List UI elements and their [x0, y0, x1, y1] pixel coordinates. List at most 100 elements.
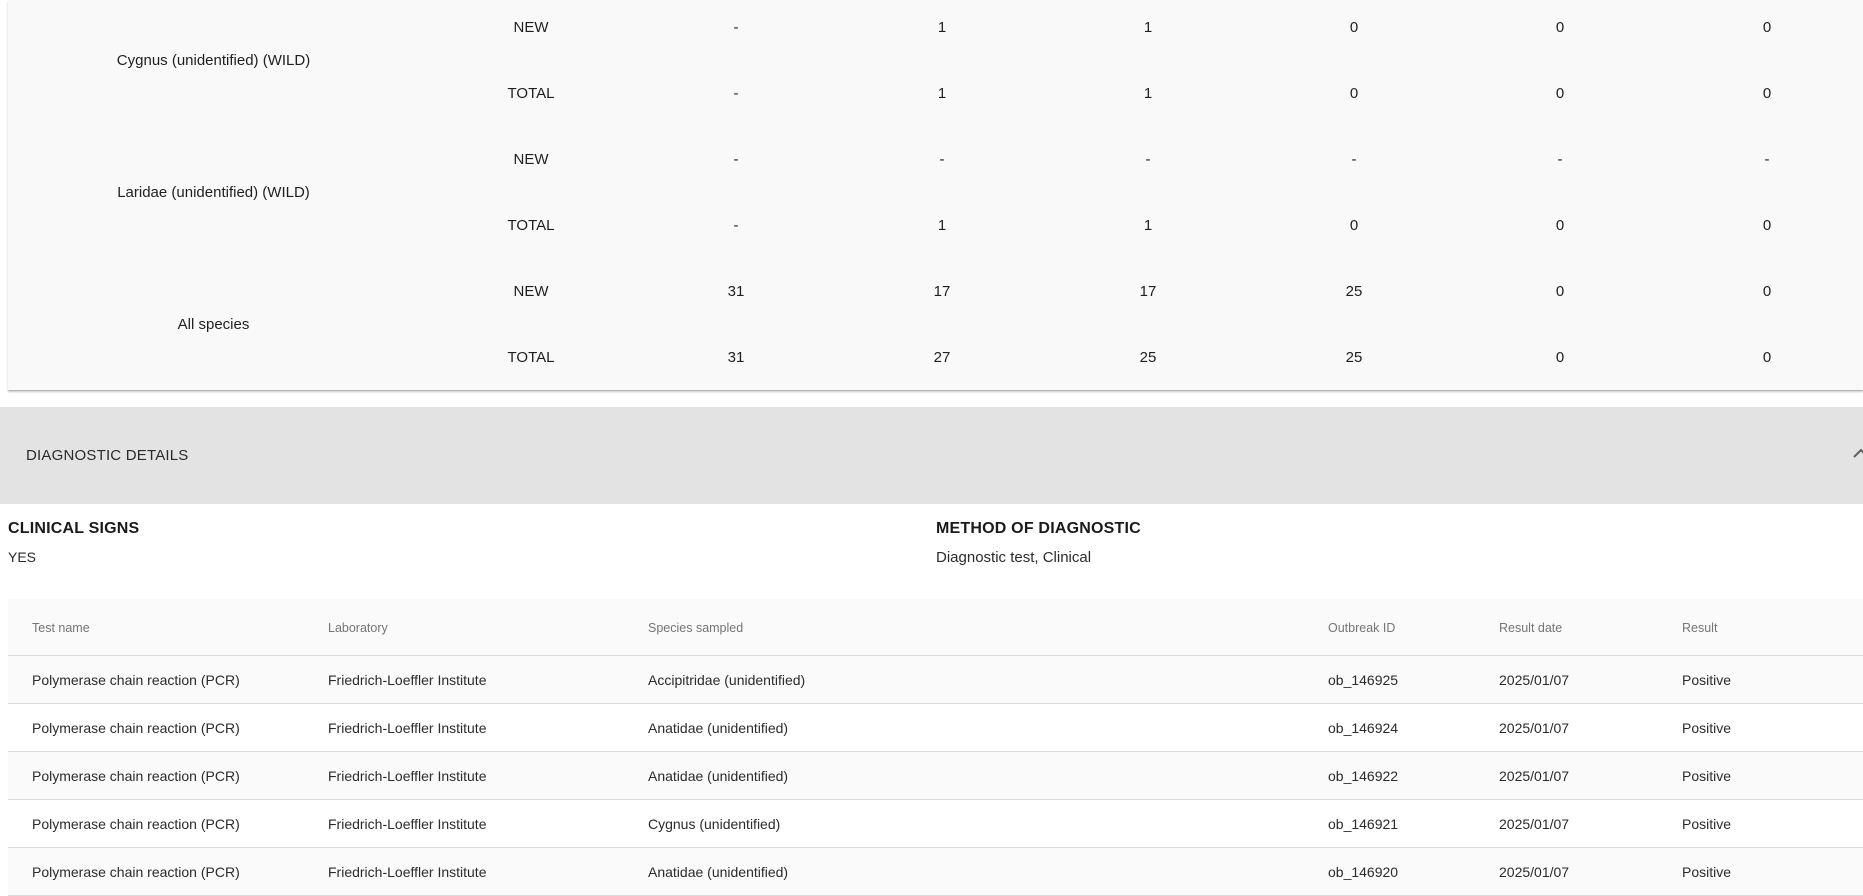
species-name: Laridae (unidentified) (WILD) [117, 183, 310, 201]
result-cell: Positive [1682, 864, 1732, 880]
species-group: All species NEW 31 17 17 25 0 0 TOTAL 31… [8, 258, 1863, 390]
table-cell: 0 [1349, 216, 1359, 234]
test-name-cell: Polymerase chain reaction (PCR) [32, 864, 240, 880]
clinical-signs-label: CLINICAL SIGNS [8, 520, 140, 537]
table-cell: - [733, 84, 739, 102]
table-cell: 0 [1555, 18, 1565, 36]
table-row: Polymerase chain reaction (PCR) Friedric… [8, 752, 1863, 800]
diagnostic-details-header[interactable]: DIAGNOSTIC DETAILS [0, 407, 1863, 504]
table-cell: 31 [727, 348, 745, 366]
species-sampled-cell: Cygnus (unidentified) [648, 816, 781, 832]
table-cell: 0 [1762, 348, 1772, 366]
laboratory-cell: Friedrich-Loeffler Institute [328, 672, 487, 688]
row-type-label: TOTAL [507, 84, 555, 102]
diagnostic-tests-table: Test name Laboratory Species sampled Out… [8, 599, 1863, 896]
species-row-total: TOTAL - 1 1 0 0 0 [419, 60, 1863, 126]
table-cell: 25 [1139, 348, 1157, 366]
table-header-row: Test name Laboratory Species sampled Out… [8, 599, 1863, 656]
table-row: Polymerase chain reaction (PCR) Friedric… [8, 656, 1863, 704]
species-sampled-cell: Accipitridae (unidentified) [648, 672, 806, 688]
table-cell: 0 [1349, 18, 1359, 36]
table-cell: 1 [1143, 216, 1153, 234]
result-cell: Positive [1682, 720, 1732, 736]
species-row-total: TOTAL - 1 1 0 0 0 [419, 192, 1863, 258]
species-row-new: NEW 31 17 17 25 0 0 [419, 258, 1863, 324]
table-cell: 27 [933, 348, 951, 366]
species-group: Laridae (unidentified) (WILD) NEW - - - … [8, 126, 1863, 258]
test-name-cell: Polymerase chain reaction (PCR) [32, 720, 240, 736]
table-cell: 1 [937, 18, 947, 36]
laboratory-cell: Friedrich-Loeffler Institute [328, 720, 487, 736]
result-date-cell: 2025/01/07 [1499, 864, 1570, 880]
column-header-result[interactable]: Result [1682, 599, 1717, 656]
row-type-label: NEW [513, 282, 549, 300]
laboratory-cell: Friedrich-Loeffler Institute [328, 864, 487, 880]
test-name-cell: Polymerase chain reaction (PCR) [32, 816, 240, 832]
species-summary-table: Cygnus (unidentified) (WILD) NEW - 1 1 0… [8, 0, 1863, 390]
laboratory-cell: Friedrich-Loeffler Institute [328, 816, 487, 832]
table-cell: 1 [937, 84, 947, 102]
table-cell: - [733, 216, 739, 234]
table-cell: - [1557, 150, 1563, 168]
result-cell: Positive [1682, 816, 1732, 832]
row-type-label: NEW [513, 150, 549, 168]
result-cell: Positive [1682, 768, 1732, 784]
table-cell: 17 [1139, 282, 1157, 300]
column-header-result-date[interactable]: Result date [1499, 599, 1562, 656]
table-cell: 0 [1762, 18, 1772, 36]
outbreak-id-cell: ob_146921 [1328, 816, 1399, 832]
test-name-cell: Polymerase chain reaction (PCR) [32, 768, 240, 784]
method-of-diagnostic-value: Diagnostic test, Clinical [936, 549, 1092, 566]
table-cell: 25 [1345, 282, 1363, 300]
table-cell: 0 [1349, 84, 1359, 102]
table-cell: 0 [1762, 84, 1772, 102]
outbreak-id-cell: ob_146925 [1328, 672, 1399, 688]
species-sampled-cell: Anatidae (unidentified) [648, 864, 789, 880]
table-cell: 0 [1555, 84, 1565, 102]
table-cell: - [1145, 150, 1151, 168]
column-header-outbreak-id[interactable]: Outbreak ID [1328, 599, 1395, 656]
outbreak-id-cell: ob_146922 [1328, 768, 1399, 784]
table-row: Polymerase chain reaction (PCR) Friedric… [8, 800, 1863, 848]
species-row-new: NEW - - - - - - [419, 126, 1863, 192]
table-row: Polymerase chain reaction (PCR) Friedric… [8, 848, 1863, 896]
table-cell: 1 [937, 216, 947, 234]
table-cell: 17 [933, 282, 951, 300]
species-row-total: TOTAL 31 27 25 25 0 0 [419, 324, 1863, 390]
column-header-species-sampled[interactable]: Species sampled [648, 599, 743, 656]
laboratory-cell: Friedrich-Loeffler Institute [328, 768, 487, 784]
species-name: Cygnus (unidentified) (WILD) [116, 51, 311, 69]
result-date-cell: 2025/01/07 [1499, 672, 1570, 688]
species-sampled-cell: Anatidae (unidentified) [648, 768, 789, 784]
table-cell: 0 [1762, 282, 1772, 300]
table-cell: - [733, 18, 739, 36]
table-cell: 31 [727, 282, 745, 300]
result-cell: Positive [1682, 672, 1732, 688]
clinical-signs-value: YES [8, 549, 37, 565]
column-header-test-name[interactable]: Test name [32, 599, 90, 656]
row-type-label: TOTAL [507, 216, 555, 234]
species-group: Cygnus (unidentified) (WILD) NEW - 1 1 0… [8, 0, 1863, 126]
table-cell: - [939, 150, 945, 168]
table-cell: 1 [1143, 84, 1153, 102]
table-cell: 25 [1345, 348, 1363, 366]
outbreak-id-cell: ob_146920 [1328, 864, 1399, 880]
table-cell: 0 [1762, 216, 1772, 234]
column-header-laboratory[interactable]: Laboratory [328, 599, 388, 656]
table-cell: 0 [1555, 216, 1565, 234]
result-date-cell: 2025/01/07 [1499, 720, 1570, 736]
result-date-cell: 2025/01/07 [1499, 768, 1570, 784]
species-sampled-cell: Anatidae (unidentified) [648, 720, 789, 736]
table-cell: 0 [1555, 348, 1565, 366]
table-cell: 0 [1555, 282, 1565, 300]
chevron-up-icon[interactable] [1852, 446, 1863, 460]
outbreak-id-cell: ob_146924 [1328, 720, 1399, 736]
row-type-label: NEW [513, 18, 549, 36]
diagnostic-details-title: DIAGNOSTIC DETAILS [26, 447, 189, 464]
row-type-label: TOTAL [507, 348, 555, 366]
table-cell: - [1764, 150, 1770, 168]
result-date-cell: 2025/01/07 [1499, 816, 1570, 832]
table-cell: - [1351, 150, 1357, 168]
table-cell: - [733, 150, 739, 168]
species-row-new: NEW - 1 1 0 0 0 [419, 0, 1863, 60]
